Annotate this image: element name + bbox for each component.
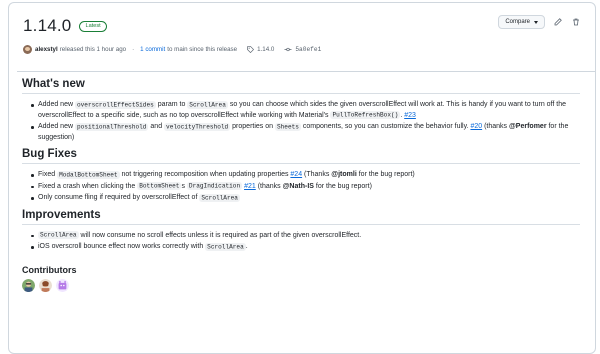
list-item: Added new overscrollEffectSides param to…	[22, 100, 580, 121]
inline-code: ScrollArea	[38, 231, 79, 239]
inline-code: ScrollArea	[187, 100, 228, 109]
latest-badge: Latest	[79, 20, 107, 32]
tag-icon	[247, 45, 255, 53]
contributors-heading: Contributors	[22, 264, 77, 275]
inline-code: PullToRefreshBox()	[330, 111, 401, 119]
improvements-heading: Improvements	[22, 208, 101, 221]
inline-code: BottomSheet	[137, 182, 182, 190]
list-item: Added new positionalThreshold and veloci…	[22, 122, 580, 143]
whats-new-rule	[22, 93, 580, 94]
improvements-rule	[22, 223, 580, 225]
trash-icon	[573, 18, 579, 26]
inline-code: Sheets	[274, 122, 301, 131]
whats-new-heading: What's new	[22, 78, 85, 90]
inline-code: ScrollArea	[199, 193, 240, 202]
list-item: Fixed a crash when clicking the BottomSh…	[22, 182, 580, 193]
issue-link[interactable]: #20	[470, 123, 482, 130]
contributor-avatar[interactable]	[56, 278, 69, 292]
user-mention[interactable]: @jtomli	[331, 171, 357, 178]
author-link[interactable]: alexstyl	[35, 46, 58, 53]
commit-link[interactable]: 5a0efe1	[284, 46, 321, 53]
header-divider	[17, 71, 595, 72]
contributor-avatar[interactable]	[22, 278, 35, 292]
edit-button[interactable]	[553, 17, 563, 27]
user-mention[interactable]: @Perfomer	[509, 123, 547, 130]
commit-sha: 5a0efe1	[295, 45, 322, 53]
contributor-avatar[interactable]	[39, 278, 52, 292]
tag-label: 1.14.0	[257, 45, 275, 53]
release-actions: Compare	[498, 15, 581, 29]
release-notes: What's new Added new overscrollEffectSid…	[22, 78, 580, 292]
commit-icon	[284, 47, 292, 51]
issue-link[interactable]: #24	[290, 171, 302, 178]
list-item: Only consume fling if required by oversc…	[22, 193, 580, 204]
author-avatar[interactable]	[23, 44, 32, 54]
issue-link[interactable]: #21	[244, 183, 256, 190]
improvements-list: ScrollArea will now consume no scroll ef…	[22, 231, 580, 253]
list-item: ScrollArea will now consume no scroll ef…	[22, 231, 580, 242]
inline-code: positionalThreshold	[74, 122, 149, 131]
list-item: iOS overscroll bounce effect now works c…	[22, 242, 580, 253]
tag-link[interactable]: 1.14.0	[247, 46, 274, 53]
caret-down-icon	[534, 20, 538, 24]
contributors-section: Contributors	[22, 265, 580, 292]
release-meta: alexstyl released this 1 hour ago · 1 co…	[23, 43, 581, 55]
inline-code: overscrollEffectSides	[74, 100, 156, 109]
issue-link[interactable]: #23	[404, 112, 416, 119]
commits-link[interactable]: 1 commit	[140, 46, 165, 53]
compare-label: Compare	[505, 19, 530, 25]
compare-button[interactable]: Compare	[498, 15, 545, 29]
contributors-avatars	[22, 278, 580, 292]
released-text: released this 1 hour ago	[59, 45, 127, 53]
list-item: Fixed ModalBottomSheet not triggering re…	[22, 170, 580, 181]
release-header: 1.14.0 Latest Compare alexstyl released …	[23, 15, 581, 55]
bug-fixes-heading: Bug Fixes	[22, 148, 77, 160]
meta-separator: ·	[132, 45, 135, 53]
inline-code: DragIndication	[186, 182, 243, 190]
inline-code: velocityThreshold	[164, 122, 231, 131]
release-title[interactable]: 1.14.0	[23, 16, 71, 36]
pencil-icon	[554, 18, 562, 26]
delete-button[interactable]	[571, 17, 581, 27]
bug-fixes-rule	[22, 163, 580, 164]
inline-code: ModalBottomSheet	[57, 170, 120, 179]
user-mention[interactable]: @Nath-IS	[283, 183, 314, 190]
commits-suffix: to main since this release	[167, 45, 238, 53]
whats-new-list: Added new overscrollEffectSides param to…	[22, 100, 580, 143]
inline-code: ScrollArea	[205, 242, 246, 251]
bug-fixes-list: Fixed ModalBottomSheet not triggering re…	[22, 170, 580, 204]
